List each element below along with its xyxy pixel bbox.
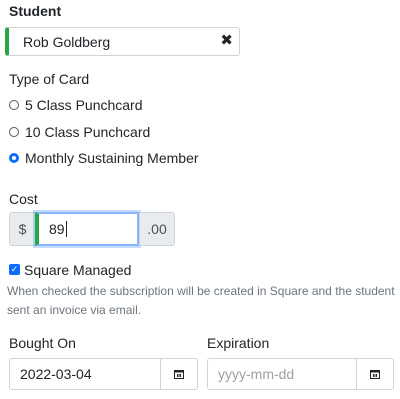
bought-on-label: Bought On (9, 335, 76, 351)
cents-suffix: .00 (139, 212, 175, 246)
student-value: Rob Goldberg (23, 34, 111, 50)
bought-on-calendar-button[interactable] (160, 358, 198, 390)
radio-label: 5 Class Punchcard (25, 97, 143, 113)
expiration-label: Expiration (207, 335, 270, 351)
student-label: Student (9, 3, 62, 19)
cost-value: 89 (49, 221, 65, 237)
student-select[interactable]: Rob Goldberg ✖ (5, 27, 240, 56)
square-managed-checkbox[interactable]: ✓ (9, 264, 20, 275)
radio-option-10-class[interactable]: 10 Class Punchcard (9, 124, 150, 140)
expiration-placeholder: yyyy-mm-dd (218, 366, 295, 382)
cost-label: Cost (9, 191, 38, 207)
radio-button-checked[interactable] (9, 153, 19, 163)
square-help-line2: sent an invoice via email. (7, 303, 142, 317)
radio-button[interactable] (9, 100, 19, 110)
square-managed-label: Square Managed (24, 262, 132, 278)
clear-icon[interactable]: ✖ (220, 31, 233, 49)
card-type-label: Type of Card (9, 71, 90, 87)
cost-input[interactable]: 89 (35, 212, 139, 246)
radio-label: 10 Class Punchcard (25, 124, 151, 140)
radio-option-monthly[interactable]: Monthly Sustaining Member (9, 150, 199, 166)
calendar-icon (174, 370, 184, 379)
text-caret (65, 221, 67, 237)
radio-button[interactable] (9, 127, 19, 137)
currency-prefix: $ (9, 212, 36, 246)
expiration-input[interactable]: yyyy-mm-dd (207, 358, 357, 390)
bought-on-value: 2022-03-04 (20, 366, 92, 382)
square-help-line1: When checked the subscription will be cr… (7, 284, 395, 298)
calendar-icon (370, 370, 380, 379)
radio-label: Monthly Sustaining Member (25, 150, 199, 166)
radio-option-5-class[interactable]: 5 Class Punchcard (9, 97, 143, 113)
expiration-calendar-button[interactable] (356, 358, 394, 390)
bought-on-input[interactable]: 2022-03-04 (9, 358, 161, 390)
